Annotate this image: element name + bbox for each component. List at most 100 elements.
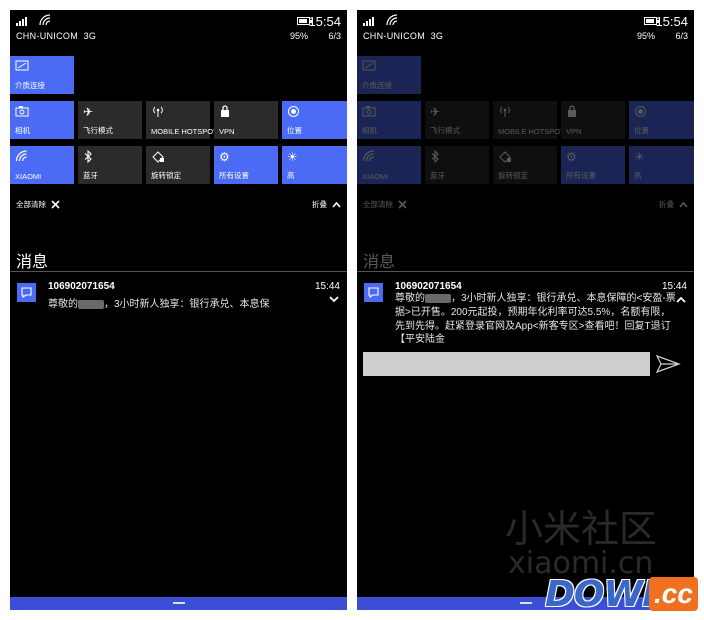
camera-icon: [15, 105, 29, 119]
tile-label: 旋转锁定: [498, 171, 528, 180]
tile-label: XIAOMI: [362, 172, 389, 181]
tile-label: 蓝牙: [83, 171, 98, 180]
tile-all-settings[interactable]: ⚙ 所有设置: [214, 146, 278, 184]
tile-label: 介质连接: [15, 81, 45, 90]
collapse-button[interactable]: 折叠: [659, 199, 688, 210]
status-date: 6/3: [328, 31, 341, 41]
watermark-xiaomi-cn: 小米社区: [505, 507, 658, 551]
chevron-down-icon[interactable]: [329, 295, 339, 303]
tile-airplane[interactable]: ✈ 飞行模式: [425, 101, 489, 139]
tile-wifi[interactable]: XIAOMI: [357, 146, 421, 184]
redacted-name: [425, 293, 451, 303]
tile-bluetooth[interactable]: 蓝牙: [425, 146, 489, 184]
notification-time: 15:44: [314, 281, 340, 292]
gear-icon: ⚙: [219, 150, 230, 164]
tile-label: MOBILE HOTSPOT: [151, 127, 218, 136]
chevron-up-icon: [679, 201, 688, 208]
project-icon: [15, 60, 29, 74]
tile-wifi[interactable]: XIAOMI: [10, 146, 74, 184]
tile-vpn[interactable]: VPN: [561, 101, 625, 139]
tile-hotspot[interactable]: MOBILE HOTSPOT: [493, 101, 565, 139]
reply-input[interactable]: [363, 352, 650, 376]
tile-rotation-lock[interactable]: 旋转锁定: [493, 146, 557, 184]
rotation-lock-icon: [498, 150, 512, 164]
close-icon: [398, 200, 407, 209]
clear-all-label: 全部清除: [16, 200, 46, 209]
divider: [357, 271, 694, 272]
tile-brightness[interactable]: ☀ 高: [629, 146, 694, 184]
tile-location[interactable]: 位置: [629, 101, 694, 139]
tile-label: VPN: [566, 127, 582, 136]
watermark-cc-text: .cc: [649, 577, 698, 611]
clear-all-label: 全部清除: [363, 200, 393, 209]
wifi-icon: [362, 150, 376, 164]
tile-connect[interactable]: 介质连接: [10, 56, 74, 94]
divider: [10, 271, 347, 272]
tile-label: 高: [287, 171, 295, 180]
nav-handle[interactable]: [519, 602, 532, 604]
tile-label: 所有设置: [566, 171, 596, 180]
send-icon[interactable]: [655, 354, 681, 374]
nav-bar: [10, 597, 347, 610]
tile-label: 介质连接: [362, 81, 392, 90]
messages-header: 消息: [16, 254, 49, 271]
tile-label: 相机: [15, 126, 30, 135]
airplane-icon: ✈: [430, 105, 441, 119]
tile-brightness[interactable]: ☀ 高: [282, 146, 347, 184]
brightness-icon: ☀: [287, 150, 298, 164]
clear-all-button[interactable]: 全部清除: [363, 199, 407, 210]
notification-sender: 106902071654: [395, 281, 462, 292]
tile-label: 蓝牙: [430, 171, 445, 180]
messages-header: 消息: [363, 254, 396, 271]
clear-all-button[interactable]: 全部清除: [16, 199, 60, 210]
camera-icon: [362, 105, 376, 119]
tile-vpn[interactable]: VPN: [214, 101, 278, 139]
notification-sender: 106902071654: [48, 281, 115, 292]
tile-rotation-lock[interactable]: 旋转锁定: [146, 146, 210, 184]
brightness-icon: ☀: [634, 150, 645, 164]
tile-bluetooth[interactable]: 蓝牙: [78, 146, 142, 184]
location-icon: [287, 105, 301, 119]
tile-label: MOBILE HOTSPOT: [498, 127, 565, 136]
tile-label: 旋转锁定: [151, 171, 181, 180]
rotation-lock-icon: [151, 150, 165, 164]
status-date: 6/3: [675, 31, 688, 41]
tile-all-settings[interactable]: ⚙ 所有设置: [561, 146, 625, 184]
airplane-icon: ✈: [83, 105, 94, 119]
carrier-label: CHN-UNICOM 3G: [363, 31, 444, 41]
tile-connect[interactable]: 介质连接: [357, 56, 421, 94]
tile-label: 位置: [634, 126, 649, 135]
tile-label: 飞行模式: [83, 126, 113, 135]
bluetooth-icon: [430, 150, 444, 164]
tile-label: 位置: [287, 126, 302, 135]
collapse-label: 折叠: [312, 200, 327, 209]
wifi-icon: [15, 150, 29, 164]
collapse-button[interactable]: 折叠: [312, 199, 341, 210]
tile-hotspot[interactable]: MOBILE HOTSPOT: [146, 101, 218, 139]
redacted-name: [78, 299, 104, 309]
signal-icon: [363, 17, 374, 26]
gear-icon: ⚙: [566, 150, 577, 164]
tile-label: 所有设置: [219, 171, 249, 180]
bluetooth-icon: [83, 150, 97, 164]
battery-percent: 95%: [290, 31, 309, 41]
status-bar: 15:54 CHN-UNICOM 3G 95% 6/3: [357, 10, 694, 58]
tile-location[interactable]: 位置: [282, 101, 347, 139]
wifi-icon: [39, 14, 51, 26]
location-icon: [634, 105, 648, 119]
tile-camera[interactable]: 相机: [10, 101, 74, 139]
close-icon: [51, 200, 60, 209]
phone-screen-action-center: 15:54 CHN-UNICOM 3G 95% 6/3 介质连接 相机 ✈ 飞行…: [10, 10, 347, 610]
hotspot-icon: [151, 105, 165, 119]
lock-icon: [219, 105, 233, 119]
lock-icon: [566, 105, 580, 119]
tile-airplane[interactable]: ✈ 飞行模式: [78, 101, 142, 139]
collapse-label: 折叠: [659, 200, 674, 209]
tile-camera[interactable]: 相机: [357, 101, 421, 139]
messaging-app-icon: [364, 283, 383, 302]
signal-icon: [16, 17, 27, 26]
nav-handle[interactable]: [172, 602, 185, 604]
notification-time: 15:44: [661, 281, 687, 292]
tile-label: 相机: [362, 126, 377, 135]
chevron-up-icon: [332, 201, 341, 208]
